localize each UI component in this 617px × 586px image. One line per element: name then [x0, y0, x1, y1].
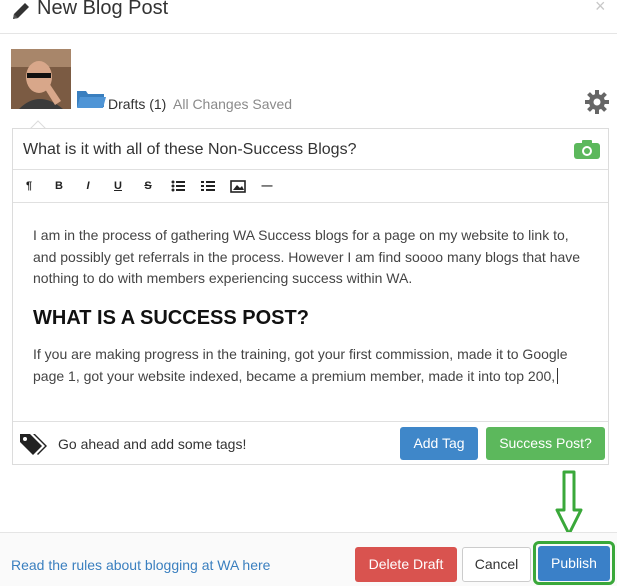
- underline-icon[interactable]: U: [110, 178, 126, 194]
- tags-icon: [20, 434, 47, 455]
- modal-header: New Blog Post ×: [0, 0, 617, 34]
- post-editor: What is it with all of these Non-Success…: [12, 128, 609, 465]
- success-post-button[interactable]: Success Post?: [486, 427, 605, 460]
- bold-icon[interactable]: B: [51, 178, 67, 194]
- post-heading: WHAT IS A SUCCESS POST?: [33, 307, 309, 329]
- post-paragraph-2: If you are making progress in the traini…: [33, 346, 568, 384]
- post-title-input[interactable]: What is it with all of these Non-Success…: [13, 129, 608, 170]
- folder-icon: [77, 91, 106, 108]
- save-status: All Changes Saved: [173, 96, 293, 112]
- cancel-button[interactable]: Cancel: [462, 547, 531, 582]
- tag-bar: Go ahead and add some tags! Add Tag Succ…: [13, 421, 608, 464]
- modal-title: New Blog Post: [37, 0, 169, 19]
- image-icon[interactable]: [230, 178, 246, 194]
- add-tag-button[interactable]: Add Tag: [400, 427, 478, 460]
- avatar: [11, 49, 71, 109]
- post-title-value: What is it with all of these Non-Success…: [23, 141, 357, 158]
- horizontal-rule-icon[interactable]: —: [259, 178, 275, 194]
- delete-draft-button[interactable]: Delete Draft: [355, 547, 457, 582]
- strikethrough-icon[interactable]: S: [140, 178, 156, 194]
- italic-icon[interactable]: I: [80, 178, 96, 194]
- publish-button[interactable]: Publish: [538, 546, 610, 581]
- bullet-list-icon[interactable]: [170, 178, 186, 194]
- paragraph-icon[interactable]: ¶: [21, 178, 37, 194]
- post-paragraph: I am in the process of gathering WA Succ…: [33, 227, 581, 286]
- format-toolbar: ¶ B I U S —: [13, 170, 608, 203]
- drafts-count[interactable]: Drafts (1): [108, 96, 166, 112]
- text-cursor: [557, 367, 559, 384]
- pencil-icon: [13, 3, 29, 19]
- close-icon[interactable]: ×: [595, 0, 606, 17]
- camera-icon[interactable]: [573, 138, 601, 160]
- tag-input[interactable]: Go ahead and add some tags!: [58, 436, 246, 452]
- arrow-down-icon: [555, 470, 583, 536]
- rules-link[interactable]: Read the rules about blogging at WA here: [11, 557, 270, 573]
- modal-footer: Read the rules about blogging at WA here…: [0, 532, 617, 586]
- numbered-list-icon[interactable]: [200, 178, 216, 194]
- gear-icon[interactable]: [584, 89, 610, 115]
